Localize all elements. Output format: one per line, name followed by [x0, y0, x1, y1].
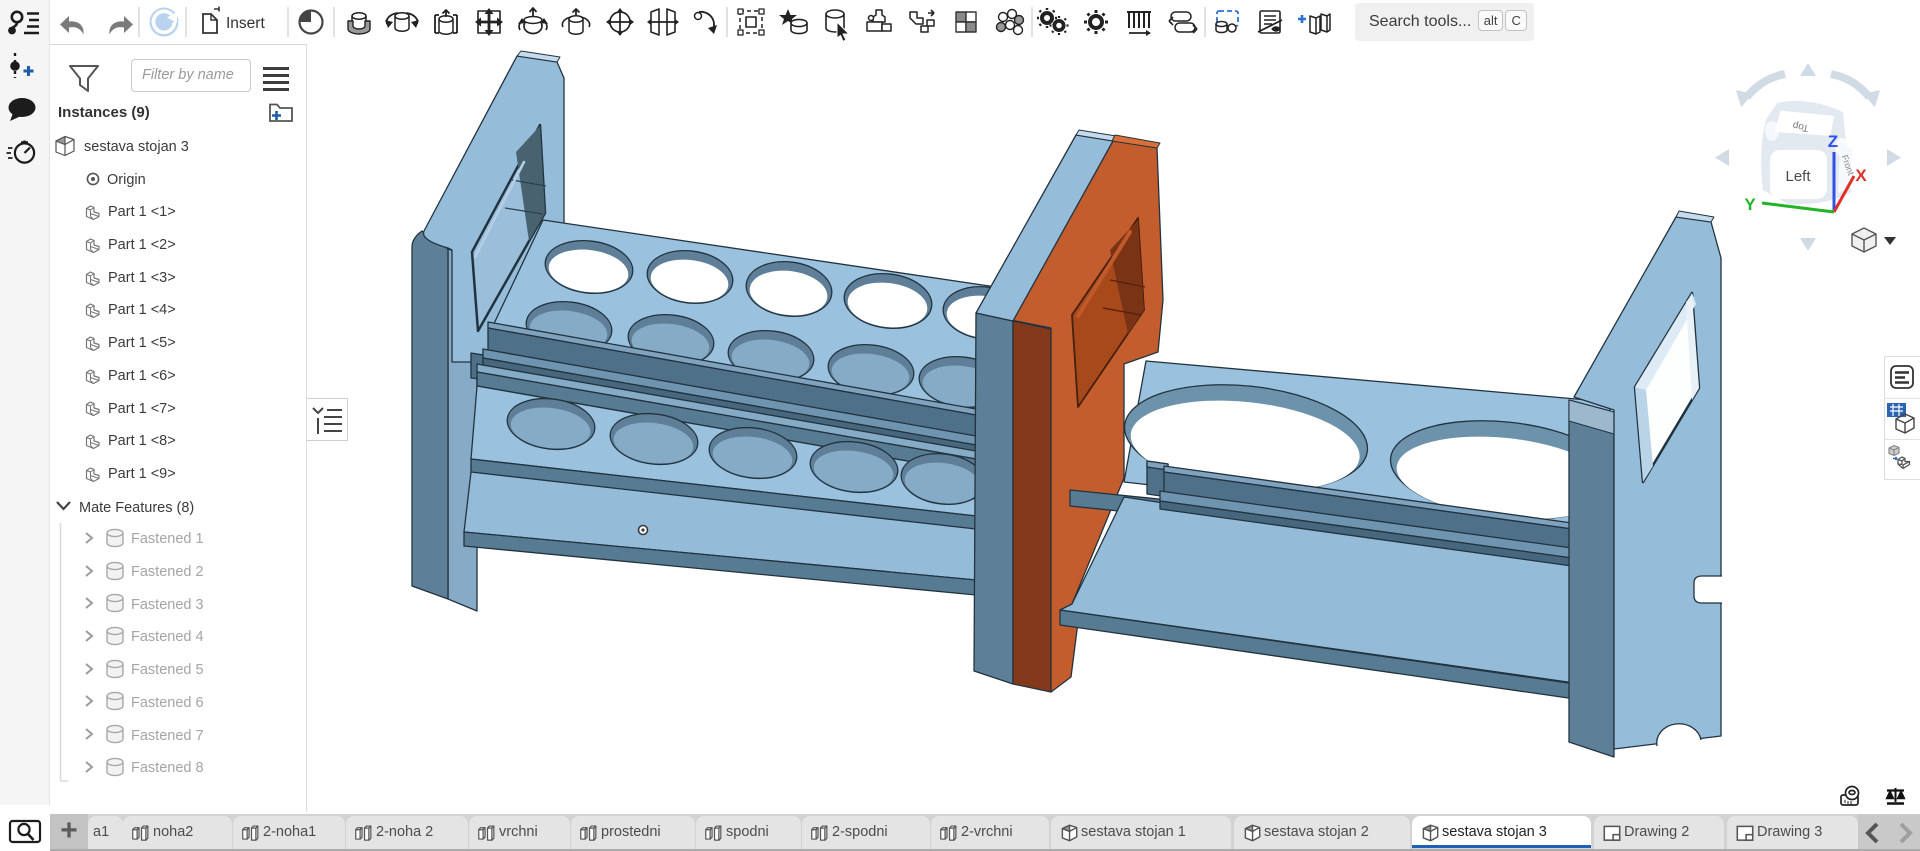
svg-text:Insert: Insert [226, 15, 265, 32]
